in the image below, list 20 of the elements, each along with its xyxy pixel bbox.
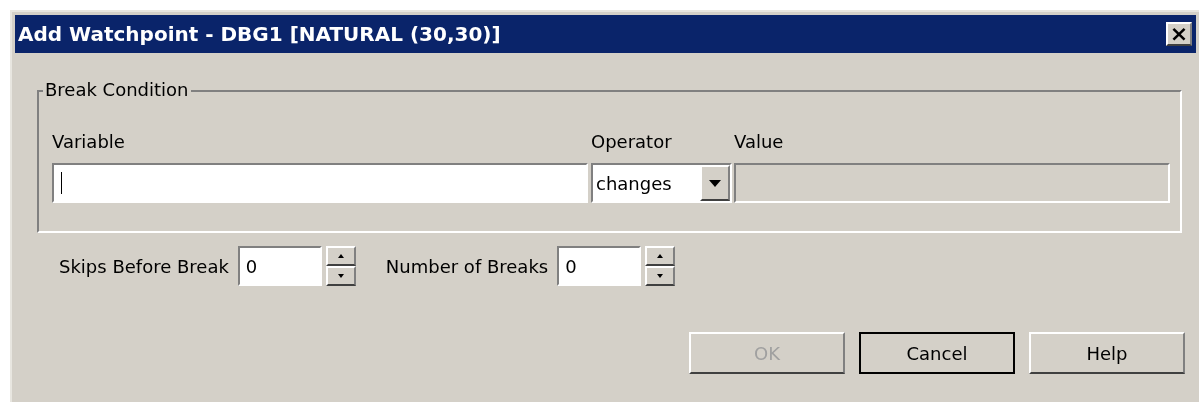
dropdown-arrow-icon (709, 179, 721, 187)
spinner-label: Skips Before Break (59, 254, 229, 279)
variable-input[interactable] (52, 163, 588, 203)
field-label: Variable (52, 130, 126, 154)
field-label: Operator (591, 130, 673, 154)
spin-buttons[interactable] (325, 246, 356, 286)
number-input[interactable]: 0 (237, 246, 322, 286)
window-title: Add Watchpoint - DBG1 [NATURAL (30,30)] (18, 21, 501, 48)
number-input[interactable]: 0 (557, 246, 642, 286)
operator-dropdown[interactable]: changes (591, 163, 732, 203)
field-label: Value (734, 130, 784, 154)
down-arrow-icon (657, 274, 664, 278)
spinner-label: Number of Breaks (385, 254, 549, 279)
close-button[interactable]: × (1166, 22, 1192, 46)
down-arrow-icon (337, 274, 344, 278)
dialog-button[interactable]: Cancel (859, 332, 1015, 374)
dialog-button[interactable]: Help (1029, 332, 1185, 374)
up-arrow-icon (337, 254, 344, 258)
spin-buttons[interactable] (645, 246, 676, 286)
up-arrow-icon (657, 254, 664, 258)
